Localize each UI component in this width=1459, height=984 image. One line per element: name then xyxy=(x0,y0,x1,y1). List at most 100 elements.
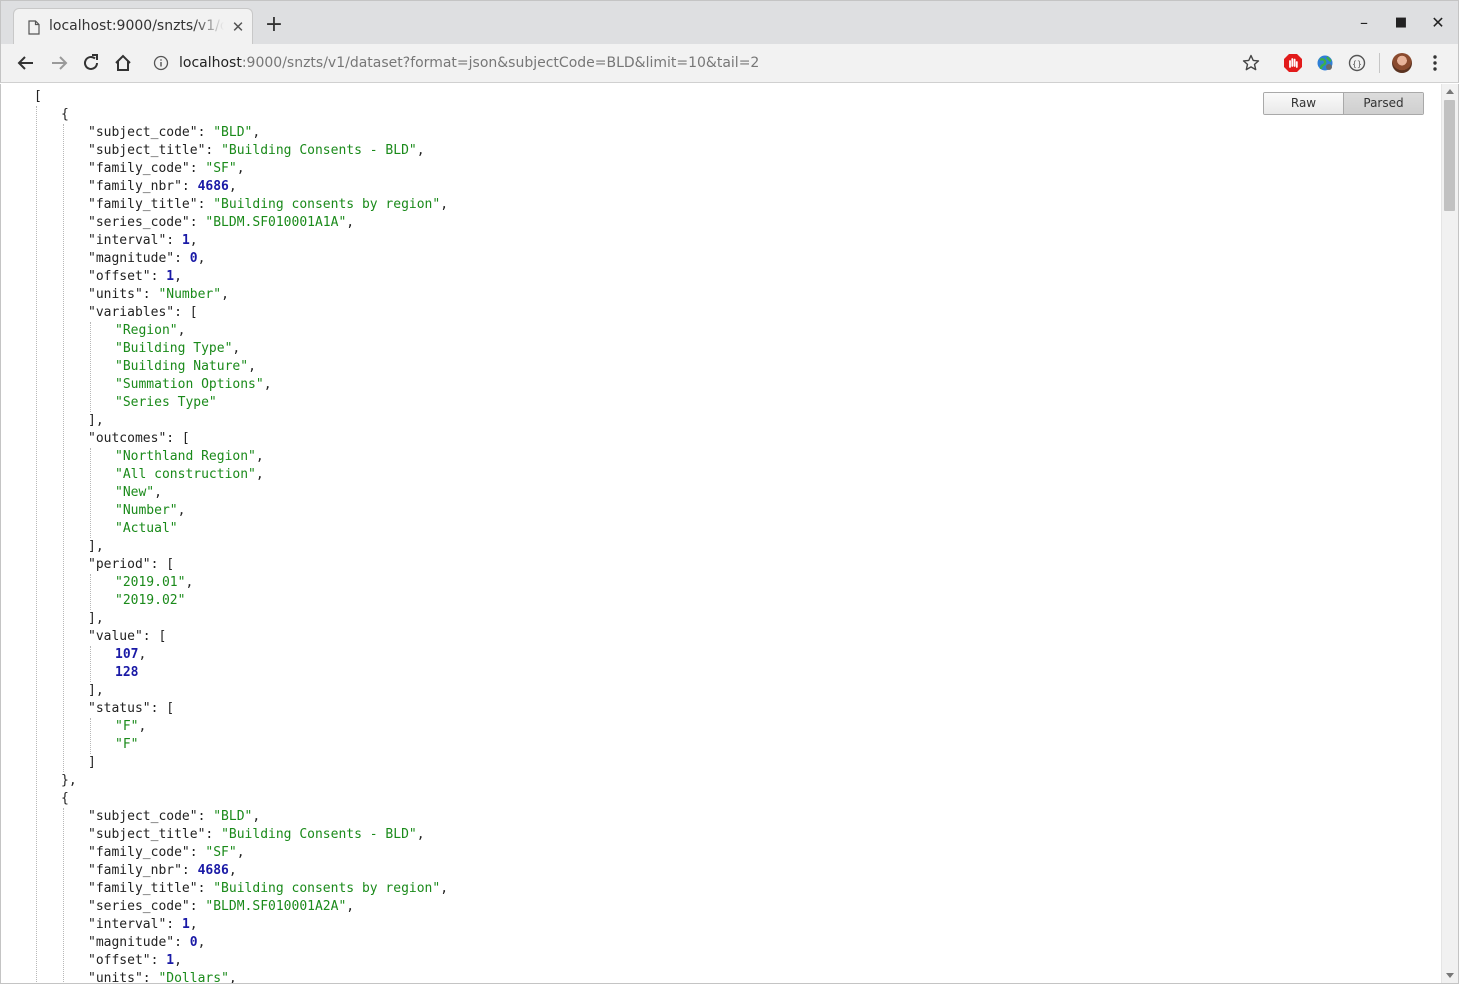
back-arrow-icon[interactable] xyxy=(15,52,37,74)
scroll-down-icon[interactable] xyxy=(1446,973,1454,978)
parsed-button[interactable]: Parsed xyxy=(1343,93,1423,114)
json-key: "offset" xyxy=(88,953,151,968)
json-string: "Northland Region" xyxy=(115,449,256,464)
info-icon[interactable] xyxy=(153,55,169,71)
json-key: "value" xyxy=(88,629,143,644)
json-punct: , xyxy=(177,323,186,338)
json-number: 1 xyxy=(181,917,190,932)
json-punct: , xyxy=(138,719,147,734)
json-punct: , xyxy=(197,935,206,950)
tab-close-icon[interactable]: ✕ xyxy=(229,18,247,36)
indent-guide xyxy=(63,808,64,983)
window-close-icon[interactable]: ✕ xyxy=(1428,13,1448,33)
json-key: "series_code" xyxy=(88,899,190,914)
json-punct: : xyxy=(174,935,190,950)
json-field-family_title: "family_title": "Building consents by re… xyxy=(1,196,1441,214)
reload-icon[interactable] xyxy=(80,52,102,74)
json-viewer: [{"subject_code": "BLD", "subject_title":… xyxy=(1,88,1441,984)
indent-guide xyxy=(63,124,64,772)
json-punct: , xyxy=(138,647,147,662)
json-field-subject_code: "subject_code": "BLD", xyxy=(1,124,1441,142)
json-field-units: "units": "Number", xyxy=(1,286,1441,304)
json-key: "family_code" xyxy=(88,845,190,860)
scrollbar-thumb[interactable] xyxy=(1444,100,1455,211)
new-tab-button[interactable]: + xyxy=(263,14,285,36)
json-field-family_title: "family_title": "Building consents by re… xyxy=(1,880,1441,898)
json-punct: : [ xyxy=(150,701,175,716)
json-punct: , xyxy=(185,575,194,590)
scroll-up-icon[interactable] xyxy=(1446,89,1454,94)
browser-toolbar: localhost:9000/snzts/v1/dataset?format=j… xyxy=(0,44,1459,83)
json-field-interval: "interval": 1, xyxy=(1,232,1441,250)
vertical-scrollbar[interactable] xyxy=(1441,84,1458,983)
json-string: "Dollars" xyxy=(158,971,229,984)
json-punct: : xyxy=(197,197,214,212)
json-array-item: 107, xyxy=(1,646,1441,664)
address-bar[interactable]: localhost:9000/snzts/v1/dataset?format=j… xyxy=(143,48,1273,78)
json-key: "variables" xyxy=(88,305,175,320)
view-toggle: Raw Parsed xyxy=(1263,92,1424,115)
home-icon[interactable] xyxy=(112,52,134,74)
json-key: "series_code" xyxy=(88,215,190,230)
indent-guide xyxy=(90,448,91,538)
json-punct: , xyxy=(174,269,182,284)
json-string: "Series Type" xyxy=(115,395,217,410)
json-number: 4686 xyxy=(197,863,229,878)
json-array-item: "Region", xyxy=(1,322,1441,340)
json-key: "interval" xyxy=(88,233,167,248)
url-text[interactable]: localhost:9000/snzts/v1/dataset?format=j… xyxy=(179,55,759,71)
json-key: "interval" xyxy=(88,917,167,932)
json-string: "F" xyxy=(115,719,139,734)
json-string: "New" xyxy=(115,485,155,500)
page-content: [{"subject_code": "BLD", "subject_title":… xyxy=(0,84,1459,984)
json-object-close: }, xyxy=(1,772,1441,790)
maximize-icon[interactable]: ■ xyxy=(1391,13,1411,33)
json-punct: : xyxy=(189,845,206,860)
minimize-icon[interactable]: – xyxy=(1354,13,1374,33)
browser-tab[interactable]: localhost:9000/snzts/v1/dataset?format=j… xyxy=(13,8,253,45)
json-array-open: [ xyxy=(1,88,1441,106)
json-field-units: "units": "Dollars", xyxy=(1,970,1441,984)
json-array-item: "F", xyxy=(1,718,1441,736)
json-punct: , xyxy=(236,161,245,176)
forward-arrow-icon[interactable] xyxy=(48,52,70,74)
kebab-menu-icon[interactable] xyxy=(1425,53,1445,73)
json-key: "units" xyxy=(88,971,143,984)
json-punct: , xyxy=(232,341,241,356)
json-key: "subject_title" xyxy=(88,143,206,158)
json-bracket: }, xyxy=(61,773,77,788)
json-array-close: ], xyxy=(1,682,1441,700)
opera-adblock-icon[interactable] xyxy=(1283,53,1303,73)
json-field-family_code: "family_code": "SF", xyxy=(1,844,1441,862)
json-punct: : [ xyxy=(166,431,190,446)
json-string: "SF" xyxy=(205,161,237,176)
json-punct: , xyxy=(174,953,182,968)
json-array-item: "2019.01", xyxy=(1,574,1441,592)
url-host: localhost xyxy=(179,55,242,71)
json-punct: , xyxy=(228,179,237,194)
json-key: "family_title" xyxy=(88,881,198,896)
json-number: 4686 xyxy=(197,179,229,194)
json-string: "2019.01" xyxy=(115,575,186,590)
star-icon[interactable] xyxy=(1241,53,1261,73)
json-string: "BLDM.SF010001A1A" xyxy=(205,215,347,230)
json-punct: , xyxy=(197,251,206,266)
json-punct: , xyxy=(416,827,425,842)
json-bracket: [ xyxy=(34,89,42,104)
json-field-subject_title: "subject_title": "Building Consents - BL… xyxy=(1,826,1441,844)
globe-extension-icon[interactable] xyxy=(1315,53,1335,73)
json-punct: , xyxy=(221,287,229,302)
profile-avatar[interactable] xyxy=(1392,53,1412,73)
json-formatter-icon[interactable]: {} xyxy=(1347,53,1367,73)
tab-title: localhost:9000/snzts/v1/dataset?format=j… xyxy=(49,18,224,34)
json-field-subject_title: "subject_title": "Building Consents - BL… xyxy=(1,142,1441,160)
json-string: "SF" xyxy=(205,845,237,860)
json-array-item: "Northland Region", xyxy=(1,448,1441,466)
json-field-outcomes: "outcomes": [ xyxy=(1,430,1441,448)
json-string: "Region" xyxy=(115,323,178,338)
json-field-family_code: "family_code": "SF", xyxy=(1,160,1441,178)
json-punct: , xyxy=(440,881,449,896)
json-punct: : [ xyxy=(174,305,198,320)
json-bracket: ], xyxy=(88,413,104,428)
raw-button[interactable]: Raw xyxy=(1264,93,1343,114)
